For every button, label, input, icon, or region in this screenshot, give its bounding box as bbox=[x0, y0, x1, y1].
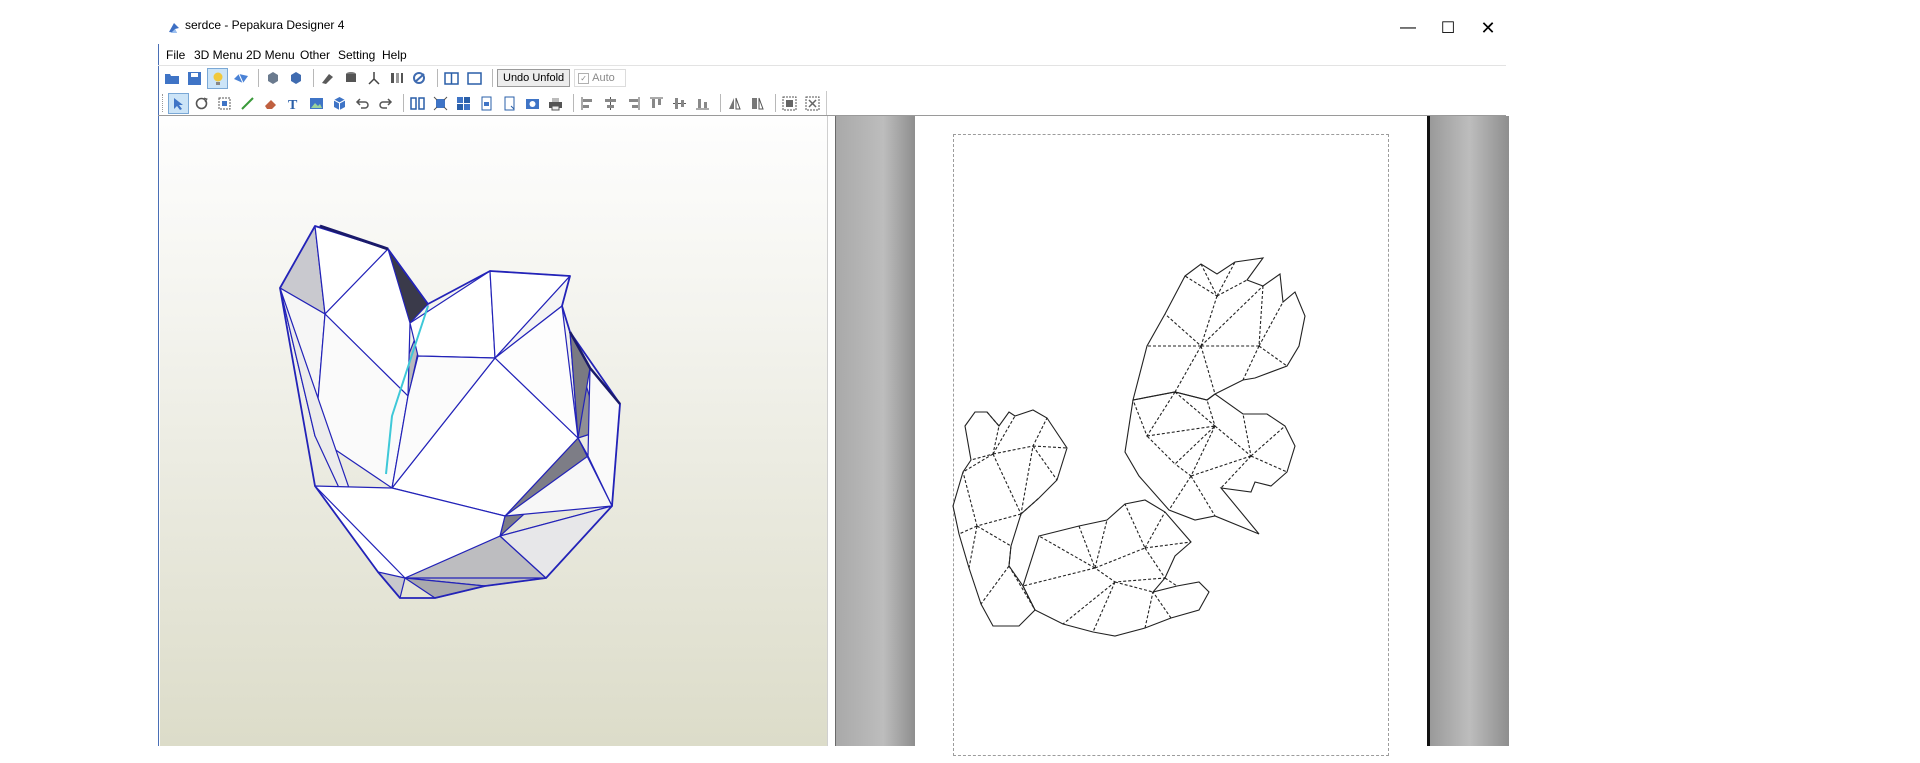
main-toolbar: Undo Unfold ✓ Auto bbox=[162, 67, 626, 89]
menu-3d[interactable]: 3D Menu bbox=[194, 48, 243, 62]
menu-setting[interactable]: Setting bbox=[338, 48, 375, 62]
app-window: serdce - Pepakura Designer 4 — ☐ ✕ File … bbox=[158, 12, 1509, 756]
pattern-piece-upper bbox=[1132, 257, 1306, 401]
paper-sheet[interactable] bbox=[915, 116, 1427, 756]
close-button[interactable]: ✕ bbox=[1468, 12, 1508, 44]
toolbar-separator bbox=[573, 94, 574, 112]
toolbar-separator bbox=[437, 69, 438, 87]
draw-line-icon[interactable] bbox=[238, 94, 257, 113]
fit-icon[interactable] bbox=[431, 94, 450, 113]
3d-heart-model[interactable] bbox=[160, 116, 827, 746]
link-icon[interactable] bbox=[410, 69, 429, 88]
split-view-icon[interactable] bbox=[442, 69, 461, 88]
layout-icon[interactable] bbox=[408, 94, 427, 113]
text-icon[interactable]: T bbox=[284, 94, 303, 113]
menu-bar: File 3D Menu 2D Menu Other Setting Help bbox=[158, 45, 1506, 66]
pattern-piece-lower-middle bbox=[1022, 499, 1210, 637]
open-icon[interactable] bbox=[162, 69, 181, 88]
print-icon[interactable] bbox=[546, 94, 565, 113]
flip-v-icon[interactable] bbox=[748, 94, 767, 113]
menu-2d[interactable]: 2D Menu bbox=[246, 48, 295, 62]
rotate-icon[interactable] bbox=[192, 94, 211, 113]
unfolded-pattern[interactable] bbox=[915, 116, 1427, 746]
texture-icon[interactable] bbox=[318, 69, 337, 88]
toolbar-separator bbox=[313, 69, 314, 87]
align-bottom-icon[interactable] bbox=[693, 94, 712, 113]
cube-icon[interactable] bbox=[330, 94, 349, 113]
3d-view-pane[interactable] bbox=[160, 116, 827, 746]
align-right-icon[interactable] bbox=[624, 94, 643, 113]
pepakura-logo-icon bbox=[166, 20, 182, 36]
erase-icon[interactable] bbox=[261, 94, 280, 113]
align-left-icon[interactable] bbox=[578, 94, 597, 113]
align-top-icon[interactable] bbox=[647, 94, 666, 113]
paper-gutter-right bbox=[1427, 116, 1509, 746]
flap-icon[interactable] bbox=[387, 69, 406, 88]
auto-checkbox-label: Auto bbox=[592, 72, 615, 84]
grid-icon[interactable] bbox=[454, 94, 473, 113]
flip-h-icon[interactable] bbox=[725, 94, 744, 113]
menu-other[interactable]: Other bbox=[300, 48, 330, 62]
select-icon[interactable] bbox=[168, 92, 189, 114]
view-back-icon[interactable] bbox=[286, 69, 305, 88]
pattern-piece-middle bbox=[1124, 391, 1296, 535]
save-icon[interactable] bbox=[185, 69, 204, 88]
join-icon[interactable] bbox=[215, 94, 234, 113]
align-middle-icon[interactable] bbox=[670, 94, 689, 113]
window-border bbox=[158, 12, 159, 746]
axis-icon[interactable] bbox=[364, 69, 383, 88]
edit-toolbar: T bbox=[162, 92, 826, 114]
toolbar-separator bbox=[775, 94, 776, 112]
view-front-icon[interactable] bbox=[263, 69, 282, 88]
toolbar-grip[interactable] bbox=[162, 94, 166, 112]
undo-unfold-button[interactable]: Undo Unfold bbox=[497, 69, 571, 87]
undo-icon[interactable] bbox=[353, 94, 372, 113]
align-center-icon[interactable] bbox=[601, 94, 620, 113]
redo-icon[interactable] bbox=[376, 94, 395, 113]
unfold-icon[interactable] bbox=[231, 69, 250, 88]
page-icon[interactable] bbox=[477, 94, 496, 113]
single-view-icon[interactable] bbox=[465, 69, 484, 88]
ungroup-icon[interactable] bbox=[803, 94, 822, 113]
toolbar-separator bbox=[720, 94, 721, 112]
minimize-button[interactable]: — bbox=[1388, 12, 1428, 44]
image-icon[interactable] bbox=[307, 94, 326, 113]
pattern-piece-lower-left bbox=[952, 409, 1068, 627]
title-bar[interactable]: serdce - Pepakura Designer 4 — ☐ ✕ bbox=[158, 12, 1506, 44]
paper-gutter-left bbox=[835, 116, 915, 746]
toolbar-separator bbox=[403, 94, 404, 112]
toolbar-separator bbox=[492, 69, 493, 87]
group-icon[interactable] bbox=[780, 94, 799, 113]
auto-checkbox[interactable]: ✓ Auto bbox=[574, 69, 626, 87]
menu-file[interactable]: File bbox=[166, 48, 185, 62]
cylinder-icon[interactable] bbox=[341, 69, 360, 88]
menu-help[interactable]: Help bbox=[382, 48, 407, 62]
toolbar-edge bbox=[826, 91, 827, 115]
toolbar-separator bbox=[258, 69, 259, 87]
auto-checkbox-box[interactable]: ✓ bbox=[578, 72, 590, 84]
page-add-icon[interactable] bbox=[500, 94, 519, 113]
camera-icon[interactable] bbox=[523, 94, 542, 113]
window-title: serdce - Pepakura Designer 4 bbox=[185, 18, 345, 32]
light-icon[interactable] bbox=[207, 67, 228, 89]
svg-text:T: T bbox=[288, 98, 298, 111]
maximize-button[interactable]: ☐ bbox=[1428, 12, 1468, 44]
2d-view-pane[interactable] bbox=[835, 116, 1509, 756]
